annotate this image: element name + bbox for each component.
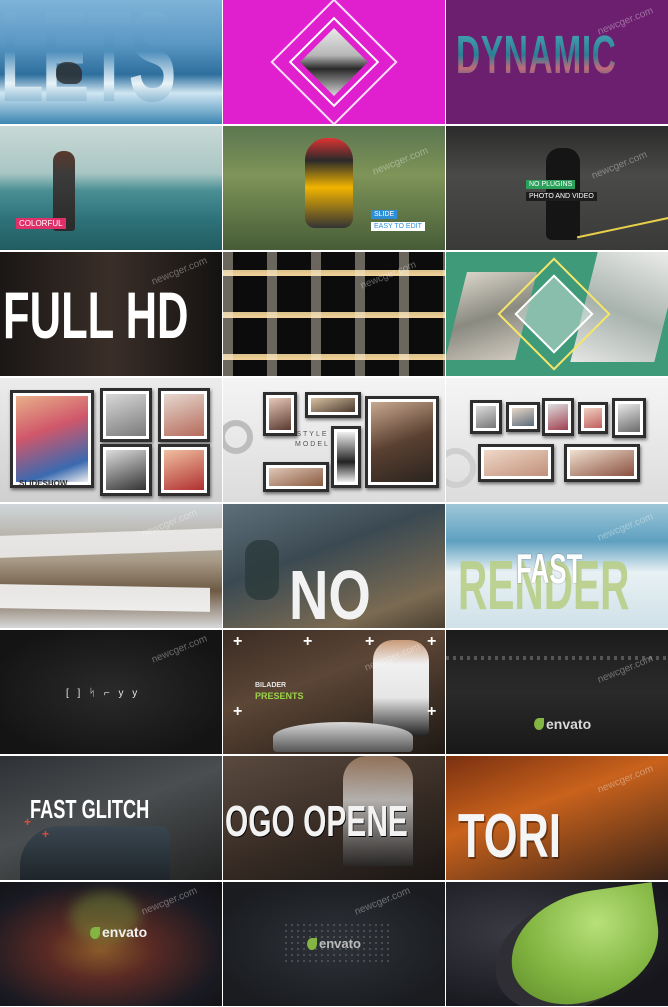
tile-slideshow-wall[interactable]: SLIDESHOW [0, 378, 222, 502]
frame-top [305, 392, 361, 418]
bilader-text: BILADER [255, 682, 287, 689]
gray-ring [223, 420, 253, 454]
wall-frame-5 [612, 398, 646, 438]
watermark: newcger.com [596, 5, 655, 38]
tori-text: TORI [458, 802, 561, 871]
tile-silhouettes[interactable]: newcger.com [223, 252, 445, 376]
plus-marker: + [303, 633, 313, 650]
plus-marker: + [42, 827, 50, 841]
slideshow-label: SLIDESHOW [19, 479, 68, 488]
surfer-figure [56, 62, 82, 84]
plus-marker: + [365, 633, 375, 650]
full-hd-text: FULL HD [3, 278, 189, 352]
tile-render-fast[interactable]: RENDER FAST newcger.com [446, 504, 668, 628]
envato-leaf-icon [534, 718, 544, 730]
tile-dynamic[interactable]: DYNAMIC newcger.com [446, 0, 668, 124]
slide-label: SLIDE [371, 210, 398, 219]
tile-full-hd[interactable]: FULL HD newcger.com [0, 252, 222, 376]
tile-envato-bokeh[interactable]: envato newcger.com [0, 882, 222, 1006]
tile-envato-dots[interactable]: envato newcger.com [223, 882, 445, 1006]
tile-no-plugins[interactable]: NO PLUGINS PHOTO AND VIDEO newcger.com [446, 126, 668, 250]
tile-teal-diamond[interactable] [446, 252, 668, 376]
no-text: NO [289, 556, 371, 628]
road-line [576, 215, 668, 239]
plus-marker: + [24, 815, 32, 829]
wall-frame-2 [506, 402, 540, 432]
tile-drummer[interactable]: BILADER PRESENTS + + + + + + newcger.com [223, 630, 445, 754]
tile-diamond[interactable] [223, 0, 445, 124]
wall-frame-1 [470, 400, 502, 434]
frame-model-small [331, 426, 361, 488]
tile-style-model[interactable]: STYLE MODEL [223, 378, 445, 502]
fast-glitch-text: FAST GLITCH [30, 794, 150, 824]
frame-4 [100, 444, 152, 496]
plus-marker: + [233, 633, 243, 650]
glitch-text: [ ] ᛋ ⌐ y y [66, 688, 141, 699]
colorful-label: COLORFUL [16, 218, 66, 229]
tile-motocross[interactable]: SLIDE EASY TO EDIT newcger.com [223, 126, 445, 250]
tile-no[interactable]: NO [223, 504, 445, 628]
rider [305, 138, 353, 228]
envato-leaf-icon [90, 927, 100, 939]
watermark: newcger.com [596, 763, 655, 796]
tile-fast-glitch[interactable]: FAST GLITCH + + [0, 756, 222, 880]
tile-colorful[interactable]: COLORFUL [0, 126, 222, 250]
envato-text: envato [102, 924, 148, 940]
frame-bottom [263, 462, 329, 492]
envato-text: envato [546, 716, 592, 732]
tile-photo-wall[interactable] [446, 378, 668, 502]
watermark: newcger.com [140, 885, 199, 918]
watermark: newcger.com [590, 149, 649, 182]
envato-leaf-icon [307, 938, 317, 950]
tile-envato-glitch[interactable]: envato newcger.com [446, 630, 668, 754]
watermark: newcger.com [353, 885, 412, 918]
plus-marker: + [427, 633, 437, 650]
wall-frame-4 [578, 402, 608, 434]
torn-strip-2 [0, 584, 210, 612]
fast-text: FAST [516, 545, 583, 592]
wall-frame-3 [542, 398, 574, 436]
style-text: STYLE [296, 431, 329, 438]
biker-left [245, 540, 279, 600]
frame-woman-large [365, 396, 439, 488]
tile-envato-leaf[interactable] [446, 882, 668, 1006]
dynamic-text: DYNAMIC [456, 25, 617, 85]
thumbnail-grid: LETS DYNAMIC newcger.com COLORFUL SLIDE … [0, 0, 668, 1007]
watermark: newcger.com [371, 145, 430, 178]
wall-frame-6 [478, 444, 554, 482]
model-text: MODEL [295, 441, 330, 448]
torn-strip-1 [0, 528, 222, 558]
tile-tori[interactable]: TORI newcger.com [446, 756, 668, 880]
drum-kit [273, 722, 413, 752]
photo-and-video-label: PHOTO AND VIDEO [526, 192, 597, 201]
envato-text: envato [319, 936, 361, 951]
frame-left-tall [263, 392, 297, 436]
wall-ring [446, 448, 476, 488]
tile-lets[interactable]: LETS [0, 0, 222, 124]
frame-5 [158, 444, 210, 496]
watermark: newcger.com [150, 633, 209, 666]
tile-blader-torn[interactable]: newcger.com [0, 504, 222, 628]
presents-text: PRESENTS [255, 691, 304, 701]
plus-marker: + [427, 703, 437, 720]
tile-glitch-dark[interactable]: [ ] ᛋ ⌐ y y newcger.com [0, 630, 222, 754]
wall-frame-7 [564, 444, 640, 482]
easy-to-edit-label: EASY TO EDIT [371, 222, 425, 231]
frame-woman-sunglasses [10, 390, 94, 488]
envato-big-leaf-icon [503, 882, 667, 1006]
no-plugins-label: NO PLUGINS [526, 180, 576, 189]
plus-marker: + [233, 703, 243, 720]
frame-3 [158, 388, 210, 442]
style-model-text: STYLE MODEL [295, 430, 330, 450]
logo-opener-text: OGO OPENE [225, 797, 408, 846]
frame-2 [100, 388, 152, 442]
tile-logo-opener[interactable]: OGO OPENE [223, 756, 445, 880]
watermark: newcger.com [596, 511, 655, 544]
